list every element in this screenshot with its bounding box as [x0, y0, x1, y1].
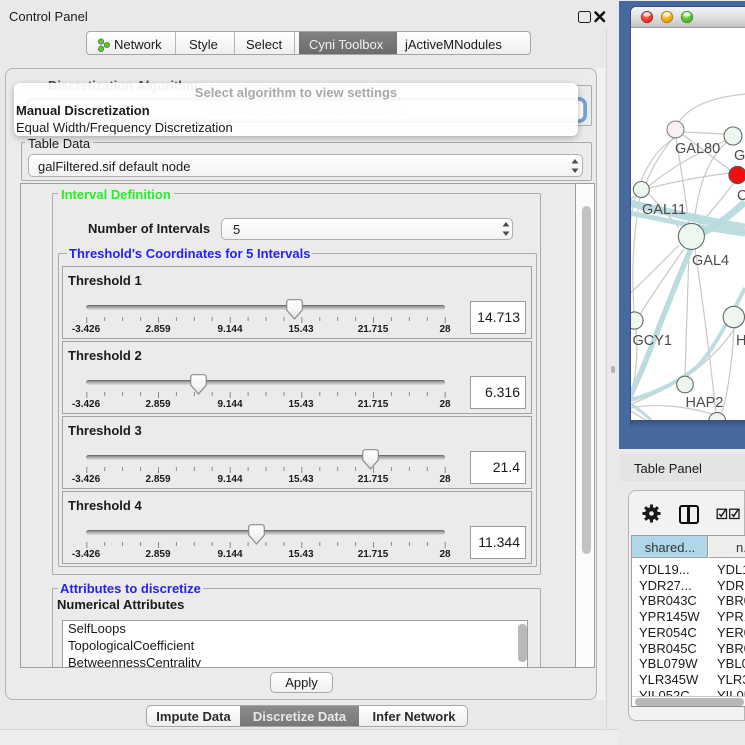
svg-text:HI: HI: [736, 333, 745, 349]
svg-text:HAP2: HAP2: [686, 395, 724, 411]
svg-text:GAL1: GAL1: [734, 148, 745, 164]
svg-text:GAL11: GAL11: [642, 202, 686, 218]
svg-text:CD: CD: [737, 188, 745, 204]
svg-text:GCY1: GCY1: [633, 333, 673, 349]
svg-text:GAL80: GAL80: [675, 141, 720, 157]
svg-text:GAL4: GAL4: [692, 253, 729, 269]
